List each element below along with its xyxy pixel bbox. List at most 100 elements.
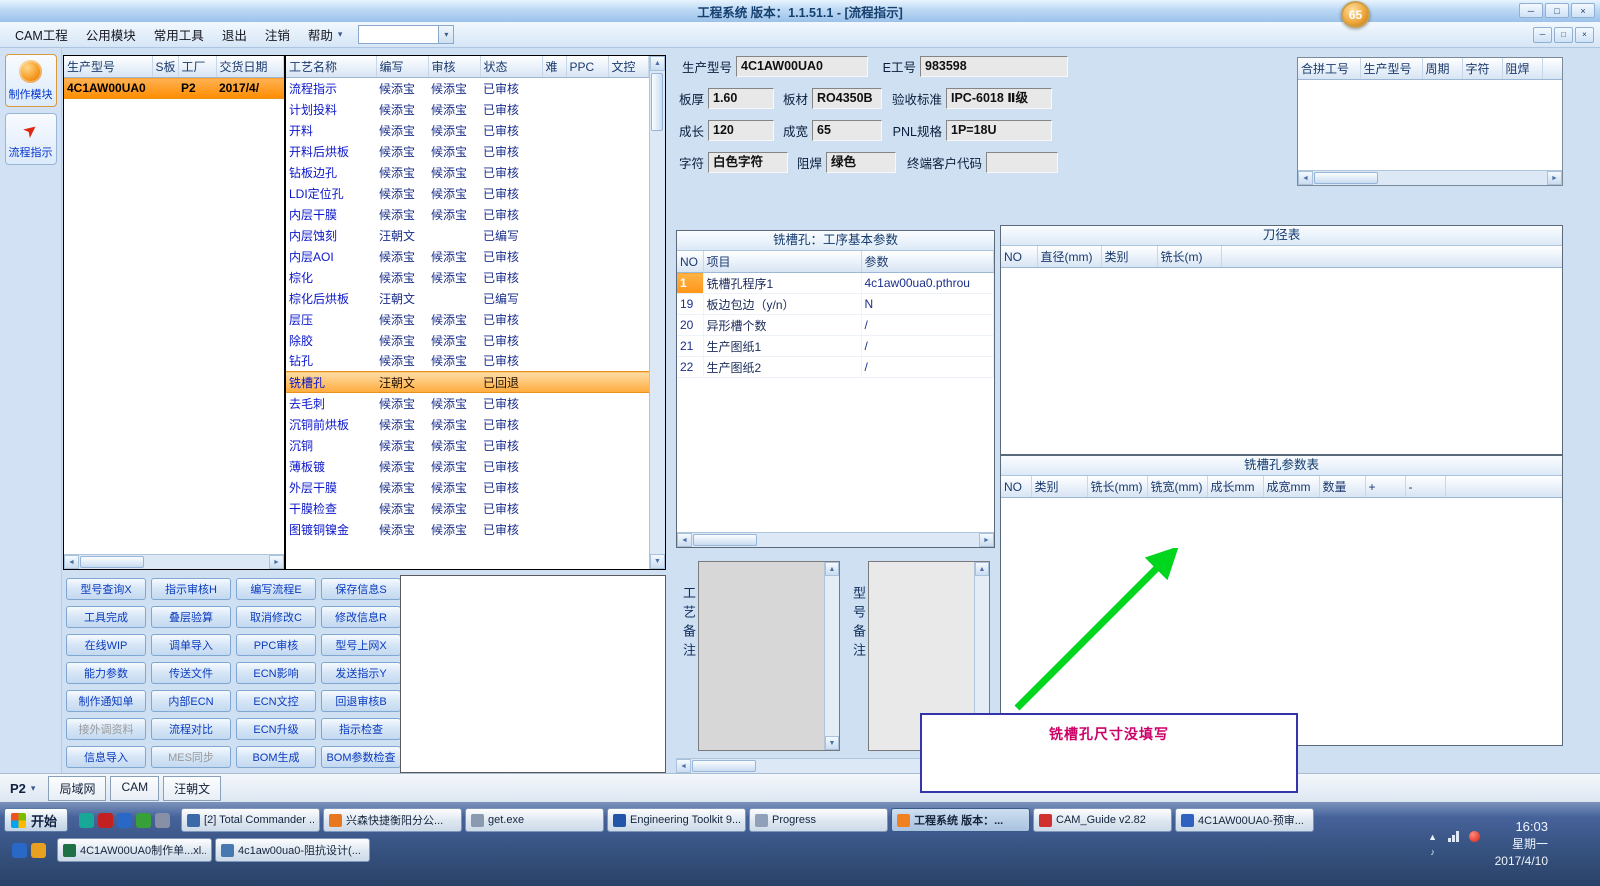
command-button[interactable]: BOM生成 xyxy=(236,746,316,768)
command-button[interactable]: ECN影响 xyxy=(236,662,316,684)
hidden-icons-button[interactable]: ▲ xyxy=(1428,832,1437,842)
scroll-left-icon[interactable]: ◄ xyxy=(1298,171,1313,185)
command-button[interactable]: 信息导入 xyxy=(66,746,146,768)
command-button[interactable]: 型号查询X xyxy=(66,578,146,600)
sidebar-item-flow-indication[interactable]: ➤ 流程指示 xyxy=(4,113,57,165)
table-row[interactable]: 计划投料 候添宝 候添宝 已审核 xyxy=(286,99,649,120)
command-button[interactable]: 工具完成 xyxy=(66,606,146,628)
column-header[interactable]: NO xyxy=(677,251,704,273)
column-header[interactable]: 生产型号 xyxy=(64,56,153,78)
menu-item[interactable]: 注销 xyxy=(256,21,299,48)
horizontal-scrollbar[interactable]: ◄ ► xyxy=(1298,170,1562,185)
acceptance-standard-field[interactable]: IPC-6018 Ⅱ级 xyxy=(946,88,1052,109)
start-button[interactable]: 开始 xyxy=(4,808,69,832)
table-row[interactable]: 钻孔 候添宝 候添宝 已审核 xyxy=(286,351,649,372)
table-row[interactable]: 棕化 候添宝 候添宝 已审核 xyxy=(286,267,649,288)
scroll-up-icon[interactable]: ▲ xyxy=(975,562,989,576)
mdi-restore-icon[interactable]: □ xyxy=(1554,26,1573,43)
table-row[interactable]: 20 异形槽个数 / xyxy=(677,314,994,336)
table-row[interactable]: 1 铣槽孔程序1 4c1aw00ua0.pthrou xyxy=(677,272,994,294)
column-header[interactable]: 工厂 xyxy=(178,56,217,78)
end-customer-code-field[interactable] xyxy=(986,152,1058,173)
command-button[interactable]: 发送指示Y xyxy=(321,662,401,684)
table-row[interactable]: 图镀铜镍金 候添宝 候添宝 已审核 xyxy=(286,519,649,540)
table-row[interactable]: 去毛刺 候添宝 候添宝 已审核 xyxy=(286,393,649,414)
table-row[interactable]: 铣槽孔 汪朝文 已回退 xyxy=(286,371,649,393)
bottom-tab[interactable]: 汪朝文 xyxy=(163,775,222,801)
table-row[interactable]: 除胶 候添宝 候添宝 已审核 xyxy=(286,330,649,351)
toolbar-combobox[interactable]: ▾ xyxy=(358,25,455,44)
mdi-minimize-icon[interactable]: ─ xyxy=(1533,26,1552,43)
column-header[interactable]: NO xyxy=(1001,246,1038,268)
column-header[interactable]: 编写 xyxy=(376,56,429,78)
command-button[interactable]: MES同步 xyxy=(151,746,231,768)
e-number-field[interactable]: 983598 xyxy=(920,56,1068,77)
vertical-scrollbar[interactable]: ▲ ▼ xyxy=(649,56,665,569)
column-header[interactable]: S板 xyxy=(152,56,179,78)
column-header[interactable]: + xyxy=(1365,476,1406,498)
table-row[interactable]: 薄板镀 候添宝 候添宝 已审核 xyxy=(286,456,649,477)
table-row[interactable]: 棕化后烘板 汪朝文 已编写 xyxy=(286,288,649,309)
column-header[interactable]: PPC xyxy=(566,56,609,78)
command-button[interactable]: 在线WIP xyxy=(66,634,146,656)
column-header[interactable]: 工艺名称 xyxy=(286,56,377,78)
scroll-up-icon[interactable]: ▲ xyxy=(825,562,839,576)
command-button[interactable]: 调单导入 xyxy=(151,634,231,656)
table-row[interactable]: 干膜检查 候添宝 候添宝 已审核 xyxy=(286,498,649,519)
bottom-tab[interactable]: 局域网 xyxy=(48,775,107,801)
command-button[interactable]: 传送文件 xyxy=(151,662,231,684)
scroll-right-icon[interactable]: ► xyxy=(979,533,994,547)
command-button[interactable]: 制作通知单 xyxy=(66,690,146,712)
quicklaunch-icon[interactable] xyxy=(31,842,46,858)
command-button[interactable]: 内部ECN xyxy=(151,690,231,712)
column-header[interactable]: 类别 xyxy=(1101,246,1158,268)
quicklaunch-icon[interactable] xyxy=(98,812,114,828)
chevron-down-icon[interactable]: ▾ xyxy=(31,783,36,794)
column-header[interactable]: 字符 xyxy=(1462,58,1503,80)
menu-item[interactable]: CAM工程 xyxy=(6,21,77,48)
column-header[interactable]: 阻焊 xyxy=(1502,58,1543,80)
column-header[interactable]: 类别 xyxy=(1031,476,1088,498)
taskbar-item[interactable]: Engineering Toolkit 9... xyxy=(607,808,747,832)
column-header[interactable]: 生产型号 xyxy=(1360,58,1423,80)
sidebar-item-make-module[interactable]: 制作模块 xyxy=(4,54,57,107)
taskbar-item[interactable]: 4C1AW00UA0制作单...xl... xyxy=(57,838,212,862)
table-row[interactable]: 21 生产图纸1/ xyxy=(677,335,994,357)
column-header[interactable]: 难 xyxy=(542,56,567,78)
column-header[interactable]: 状态 xyxy=(480,56,543,78)
column-header[interactable]: 交货日期 xyxy=(216,56,284,78)
command-button[interactable]: 保存信息S xyxy=(321,578,401,600)
mdi-close-icon[interactable]: × xyxy=(1575,26,1594,43)
scroll-down-icon[interactable]: ▼ xyxy=(650,554,665,569)
scrollbar-thumb[interactable] xyxy=(693,534,757,546)
column-header[interactable]: 参数 xyxy=(861,251,994,273)
menu-item[interactable]: 帮助 xyxy=(299,21,342,48)
scrollbar-thumb[interactable] xyxy=(1314,172,1378,184)
scroll-down-icon[interactable]: ▼ xyxy=(825,736,839,750)
scrollbar-thumb[interactable] xyxy=(651,73,663,131)
command-button[interactable]: BOM参数检查 xyxy=(321,746,401,768)
command-button[interactable]: 型号上网X xyxy=(321,634,401,656)
table-row[interactable]: 内层干膜 候添宝 候添宝 已审核 xyxy=(286,204,649,225)
table-row[interactable]: LDI定位孔 候添宝 候添宝 已审核 xyxy=(286,183,649,204)
scroll-up-icon[interactable]: ▲ xyxy=(650,56,665,71)
column-header[interactable]: 铣长(m) xyxy=(1157,246,1222,268)
horizontal-scrollbar[interactable]: ◄ ► xyxy=(677,532,994,547)
pnl-spec-field[interactable]: 1P=18U xyxy=(946,120,1052,141)
clock[interactable]: 16:03 星期一 2017/4/10 xyxy=(1495,818,1548,870)
column-header[interactable]: - xyxy=(1405,476,1446,498)
taskbar-item[interactable]: 4C1AW00UA0-预审... xyxy=(1175,808,1315,832)
column-header[interactable]: 数量 xyxy=(1319,476,1366,498)
quicklaunch-icon[interactable] xyxy=(12,842,27,858)
taskbar-item[interactable]: CAM_Guide v2.82 xyxy=(1033,808,1173,832)
column-header[interactable]: 铣长(mm) xyxy=(1087,476,1148,498)
taskbar-item[interactable]: 工程系统 版本：... xyxy=(891,808,1031,832)
process-note-textarea[interactable]: ▲ ▼ xyxy=(698,561,840,751)
command-button[interactable]: 修改信息R xyxy=(321,606,401,628)
menu-item[interactable]: 退出 xyxy=(213,21,256,48)
close-icon[interactable]: × xyxy=(1571,3,1595,18)
table-row[interactable]: 沉铜 候添宝 候添宝 已审核 xyxy=(286,435,649,456)
column-header[interactable]: 文控 xyxy=(608,56,649,78)
column-header[interactable]: 合拼工号 xyxy=(1298,58,1361,80)
horizontal-scrollbar[interactable]: ◄ ► xyxy=(64,554,284,569)
